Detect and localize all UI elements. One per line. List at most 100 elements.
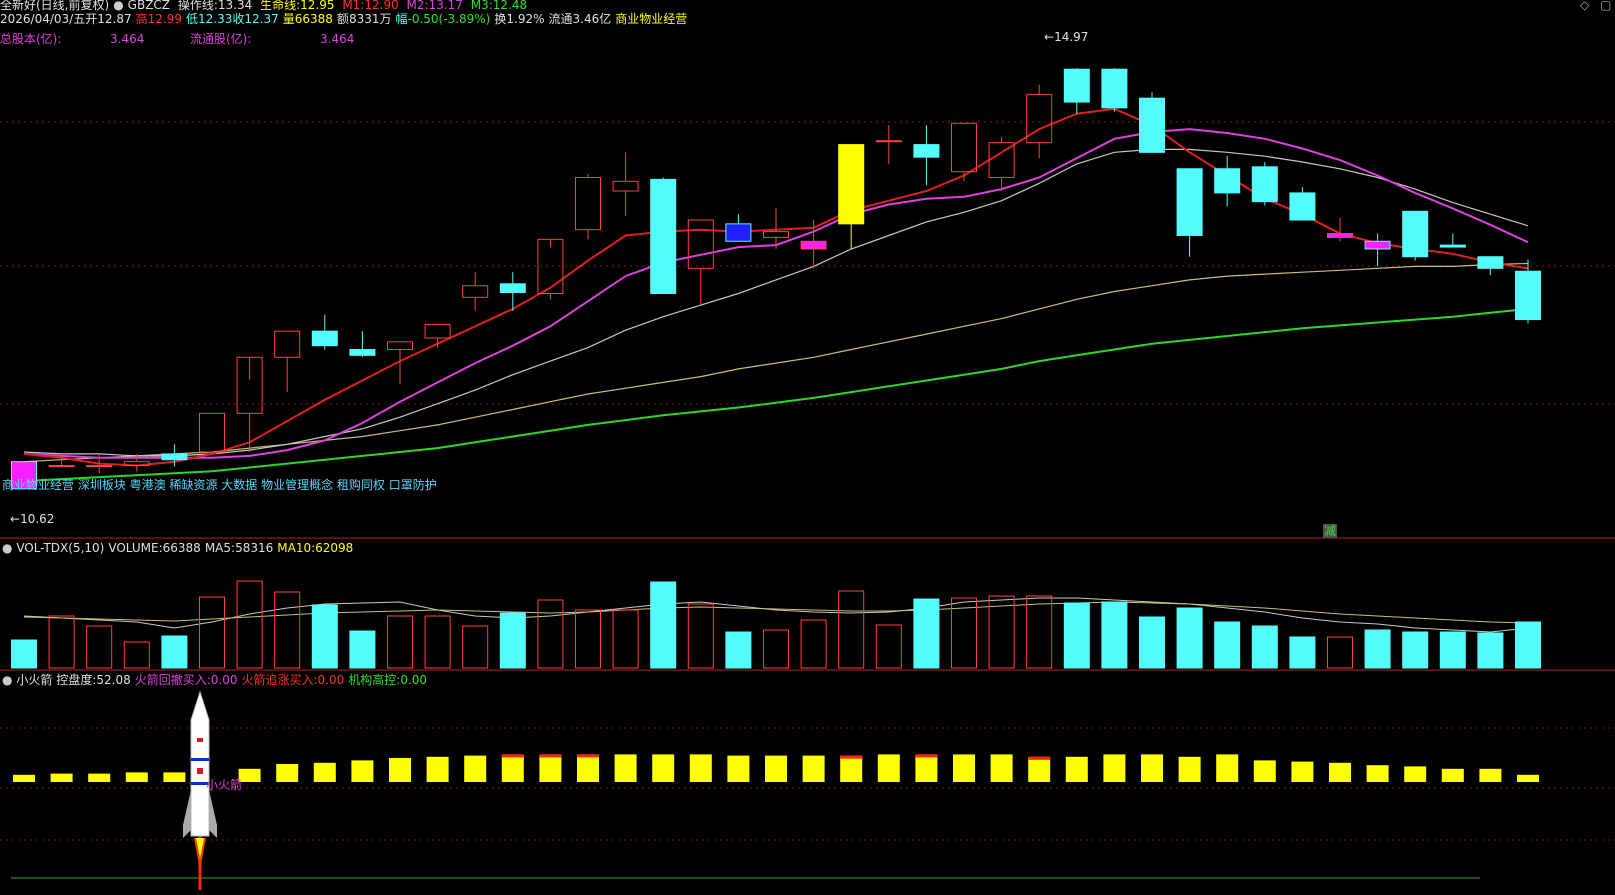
volume-bar — [1327, 636, 1353, 669]
candle — [424, 323, 451, 348]
candle-body — [462, 285, 489, 298]
candle-body — [612, 180, 639, 192]
volume-ma-lines — [23, 597, 1529, 633]
control-degree-bar-top — [539, 754, 562, 758]
candle-body — [1251, 166, 1278, 203]
candle — [274, 330, 301, 393]
control-degree-bar-top — [1028, 756, 1051, 760]
reduce-marker: 减 — [1323, 524, 1338, 538]
quote-industry: 商业物业经营 — [615, 12, 688, 26]
total-shares-value: 3.464 — [110, 32, 145, 46]
rocket-fin — [209, 790, 217, 838]
control-degree-bar — [727, 755, 750, 782]
candle-body — [838, 144, 865, 225]
candle-body — [424, 323, 451, 339]
candle-body — [1214, 168, 1241, 194]
candle-body — [1402, 210, 1429, 258]
candle — [875, 125, 902, 164]
control-degree-bar — [577, 754, 599, 782]
volume-bar — [1214, 621, 1241, 669]
control-degree-bar-top — [915, 754, 938, 758]
control-degree-bar — [426, 756, 449, 782]
control-degree-bar-top — [840, 755, 863, 759]
volume-bar — [349, 630, 376, 669]
candle — [1439, 233, 1466, 248]
vol-ma10-line — [23, 601, 1529, 624]
rocket-body — [190, 690, 210, 837]
candle-body — [1364, 240, 1391, 250]
candle — [349, 331, 376, 358]
candle-body — [913, 144, 940, 158]
volume-bar — [1063, 602, 1090, 669]
control-degree-bar — [614, 754, 637, 782]
chase-buy-value: 0.00 — [317, 673, 345, 687]
square-icon[interactable]: ▢ — [1600, 0, 1611, 12]
control-degree-bar — [1517, 774, 1539, 782]
control-degree-bar — [990, 754, 1013, 782]
volume-bar — [311, 604, 338, 669]
candle-body — [725, 223, 752, 242]
candle-body — [1139, 97, 1165, 153]
total-shares-label: 总股本(亿): — [0, 32, 62, 46]
volume-bar — [575, 609, 601, 669]
candle — [913, 125, 940, 186]
stock-chart[interactable] — [0, 0, 1615, 895]
volume-bar — [123, 641, 150, 669]
volume-bar — [48, 615, 75, 669]
control-degree-bar — [313, 762, 336, 782]
indicator-name: 小火箭 — [16, 673, 53, 687]
volume-bar — [838, 590, 865, 669]
stock-title: 全新好(日线,前复权) — [0, 0, 110, 12]
candle — [199, 412, 225, 454]
candle-body — [687, 219, 714, 269]
candle — [838, 144, 865, 249]
candle-body — [1063, 68, 1090, 103]
control-degree-bar — [1141, 754, 1163, 782]
float-shares-label: 流通股(亿): — [190, 32, 252, 46]
m3-label: M3: — [470, 0, 493, 12]
candle-body — [349, 349, 376, 356]
candle-body — [86, 465, 113, 468]
kpd-value: 52.08 — [96, 673, 131, 687]
volume-bar — [236, 580, 263, 669]
quote-open: 12.87 — [97, 12, 132, 26]
volume-bar — [612, 609, 639, 669]
volume-bar — [800, 619, 827, 669]
diamond-icon[interactable]: ◇ — [1580, 0, 1589, 12]
volume-bar — [687, 603, 714, 669]
candle-body — [1176, 168, 1203, 236]
volume-bars — [11, 580, 1541, 669]
m2-value: 13.17 — [428, 0, 463, 12]
indicator-panel-header: ● 小火箭 控盘度:52.08 火箭回撤买入:0.00 火箭追涨买入:0.00 机构高控… — [2, 673, 428, 687]
quote-high: 12.99 — [147, 12, 182, 26]
control-degree-bar — [389, 758, 411, 782]
control-degree-bar — [915, 754, 938, 782]
candle — [575, 173, 601, 240]
candle — [1214, 156, 1241, 207]
rocket-stripe — [191, 758, 209, 761]
shares-line: 总股本(亿): — [0, 32, 61, 46]
control-degree-bar — [802, 755, 825, 782]
m1-value: 12.90 — [364, 0, 399, 12]
volume-bar — [537, 599, 564, 669]
candle — [951, 122, 977, 182]
candle-body — [1439, 244, 1466, 248]
control-degree-bar — [1103, 754, 1126, 782]
candle — [988, 136, 1015, 191]
control-degree-bar — [1366, 765, 1389, 782]
candle — [462, 272, 489, 311]
vol-ma5-value: 58316 — [235, 541, 274, 555]
indicator-code: GBZCZ — [127, 0, 171, 12]
volume-bar — [1289, 636, 1316, 669]
control-degree-bar — [1065, 756, 1088, 782]
control-degree-bar — [88, 773, 111, 782]
concepts-line: 商业物业经营 深圳板块 粤港澳 稀缺资源 大数据 物业管理概念 租购同权 口罩防… — [2, 478, 437, 492]
candle-body — [575, 176, 601, 231]
volume-bar — [387, 615, 413, 669]
candle-body — [1515, 270, 1541, 321]
quote-date: 2026/04/03/五 — [0, 12, 86, 26]
control-degree-bar — [689, 754, 712, 782]
volume-bar — [274, 591, 301, 669]
quote-amount: 8331万 — [348, 12, 392, 26]
candle — [725, 214, 752, 242]
